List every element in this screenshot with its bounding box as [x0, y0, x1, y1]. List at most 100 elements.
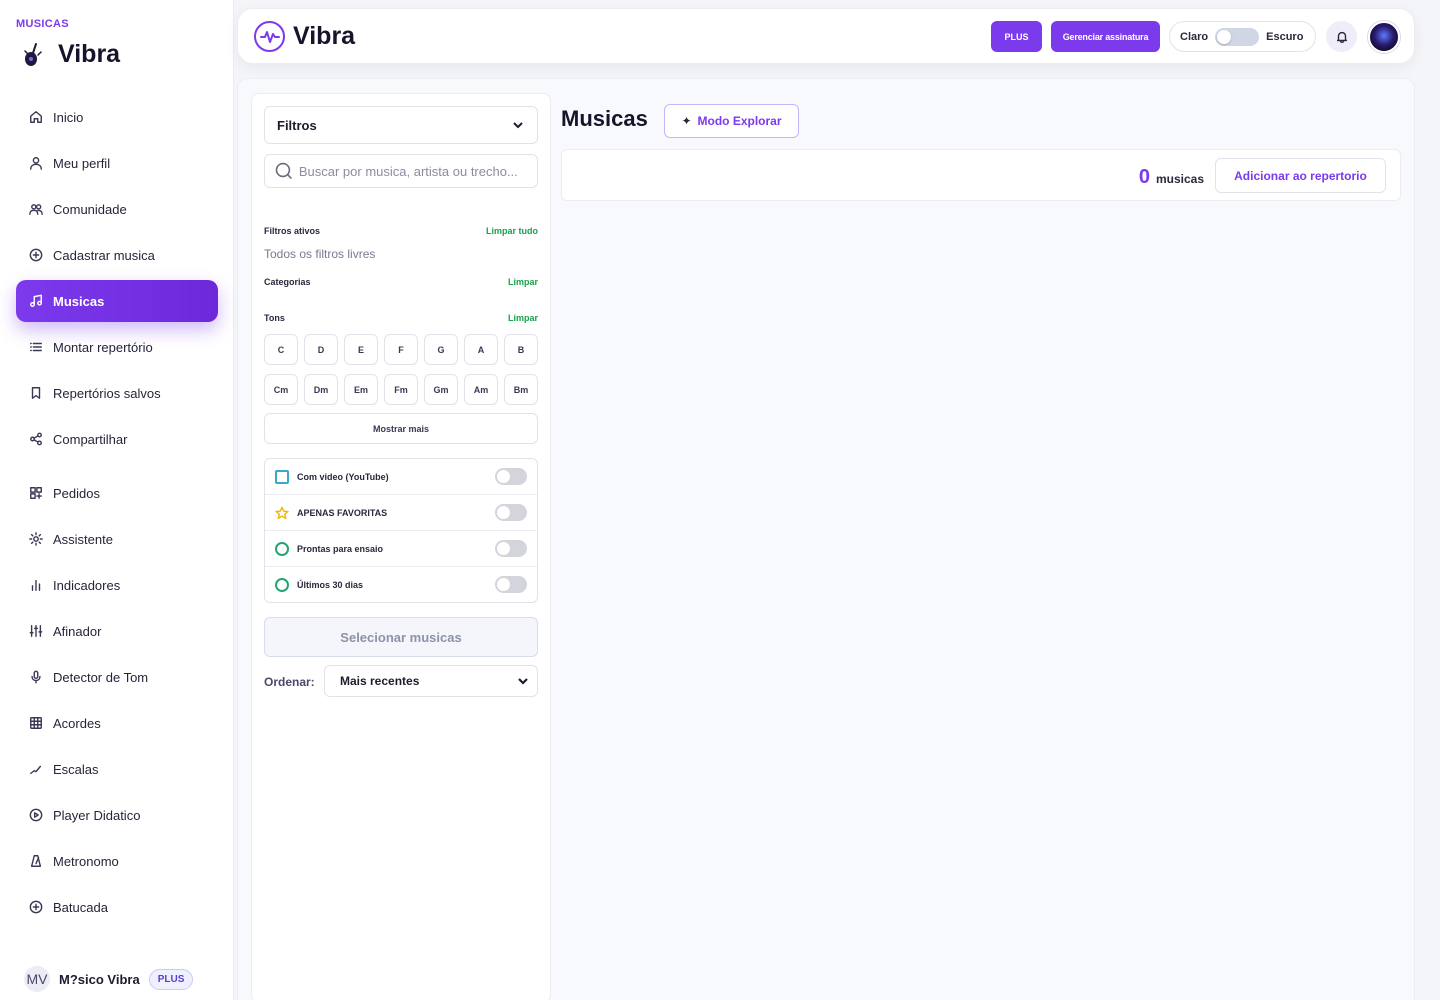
sidebar-item-inicio[interactable]: Inicio — [16, 96, 218, 138]
search-icon — [275, 162, 292, 180]
sidebar-item-afinador[interactable]: Afinador — [16, 610, 218, 652]
sidebar-brand[interactable]: Vibra — [22, 40, 120, 69]
search-input[interactable] — [298, 163, 527, 179]
keys-clear-link[interactable]: Limpar — [508, 313, 538, 323]
plus-circle-icon — [28, 247, 44, 263]
key-button[interactable]: F — [384, 334, 418, 365]
categories-clear-link[interactable]: Limpar — [508, 277, 538, 287]
manage-subscription-button[interactable]: Gerenciar assinatura — [1051, 21, 1160, 52]
key-button[interactable]: A — [464, 334, 498, 365]
toggle-row-prontas[interactable]: Prontas para ensaio — [265, 531, 537, 567]
sidebar-item-detector-de-tom[interactable]: Detector de Tom — [16, 656, 218, 698]
toggle-row-ultimos-30-dias[interactable]: Últimos 30 dias — [265, 567, 537, 603]
toggle-row-favoritas[interactable]: APENAS FAVORITAS — [265, 495, 537, 531]
table-icon — [28, 715, 44, 731]
filters-panel: Filtros Filtros ativos Limpar tudo Todos… — [251, 93, 551, 1000]
sidebar-item-label: Inicio — [53, 109, 84, 125]
sidebar-item-repertorios-salvos[interactable]: Repertórios salvos — [16, 372, 218, 414]
theme-light-label: Claro — [1180, 30, 1209, 43]
page-title: Musicas — [561, 106, 648, 131]
sidebar-item-label: Pedidos — [53, 485, 100, 501]
plus-circle-icon — [28, 899, 44, 915]
toggle-label: Prontas para ensaio — [297, 543, 384, 554]
bell-icon — [1336, 31, 1347, 43]
trend-icon — [28, 761, 44, 777]
sidebar-item-montar-repertorio[interactable]: Montar repertório — [16, 326, 218, 368]
key-button[interactable]: Bm — [504, 374, 538, 405]
sidebar-item-cadastrar-musica[interactable]: Cadastrar musica — [16, 234, 218, 276]
sidebar-item-meu-perfil[interactable]: Meu perfil — [16, 142, 218, 184]
key-button[interactable]: Dm — [304, 374, 338, 405]
theme-dark-label: Escuro — [1266, 30, 1304, 43]
play-circle-icon — [28, 807, 44, 823]
sidebar-item-pedidos[interactable]: Pedidos — [16, 472, 218, 514]
key-button[interactable]: E — [344, 334, 378, 365]
sidebar-item-batucada[interactable]: Batucada — [16, 886, 218, 928]
sidebar-item-acordes[interactable]: Acordes — [16, 702, 218, 744]
sidebar-item-label: Comunidade — [53, 201, 127, 217]
sidebar-item-indicadores[interactable]: Indicadores — [16, 564, 218, 606]
microphone-icon — [28, 669, 44, 685]
plus-button[interactable]: PLUS — [991, 21, 1042, 52]
toggle-switch[interactable] — [495, 576, 527, 593]
key-button[interactable]: D — [304, 334, 338, 365]
order-select-value: Mais recentes — [340, 674, 420, 688]
topbar-logo[interactable]: Vibra — [254, 21, 355, 52]
toggle-list: Com video (YouTube) APENAS FAVORITAS Pro… — [264, 458, 538, 603]
sidebar-item-label: Musicas — [53, 293, 105, 309]
bar-chart-icon — [28, 577, 44, 593]
key-button[interactable]: Fm — [384, 374, 418, 405]
filters-dropdown-label: Filtros — [277, 117, 317, 133]
sidebar-item-label: Metronomo — [53, 853, 119, 869]
theme-toggle[interactable]: Claro Escuro — [1169, 21, 1316, 52]
metronome-icon — [28, 853, 44, 869]
sidebar-item-musicas[interactable]: Musicas — [16, 280, 218, 322]
sidebar-item-label: Meu perfil — [53, 155, 111, 171]
sidebar-item-label: Repertórios salvos — [53, 385, 161, 401]
results-bar: 0 musicas Adicionar ao repertorio — [561, 149, 1401, 201]
sidebar-item-player-didatico[interactable]: Player Didatico — [16, 794, 218, 836]
select-songs-button[interactable]: Selecionar musicas — [264, 617, 538, 657]
toggle-label: APENAS FAVORITAS — [297, 507, 388, 518]
sidebar-item-label: Escalas — [53, 761, 99, 777]
toggle-row-video[interactable]: Com video (YouTube) — [265, 459, 537, 495]
explore-mode-button[interactable]: ✦ Modo Explorar — [664, 104, 799, 138]
toggle-switch[interactable] — [495, 504, 527, 521]
key-button[interactable]: Gm — [424, 374, 458, 405]
key-button[interactable]: Cm — [264, 374, 298, 405]
avatar: MV — [24, 966, 50, 992]
topbar: Vibra PLUS Gerenciar assinatura Claro Es… — [237, 8, 1415, 64]
add-to-repertoire-button[interactable]: Adicionar ao repertorio — [1215, 158, 1386, 193]
toggle-switch[interactable] — [495, 540, 527, 557]
key-button[interactable]: C — [264, 334, 298, 365]
sidebar-item-compartilhar[interactable]: Compartilhar — [16, 418, 218, 460]
sun-icon — [28, 531, 44, 547]
users-icon — [28, 201, 44, 217]
order-select[interactable]: Mais recentes — [324, 665, 538, 697]
notifications-button[interactable] — [1326, 21, 1357, 52]
sidebar-item-label: Detector de Tom — [53, 669, 149, 685]
share-icon — [28, 431, 44, 447]
key-button[interactable]: B — [504, 334, 538, 365]
sidebar-item-assistente[interactable]: Assistente — [16, 518, 218, 560]
sidebar-item-label: Compartilhar — [53, 431, 128, 447]
user-name: M?sico Vibra — [59, 971, 140, 987]
plan-badge: PLUS — [148, 968, 194, 990]
show-more-button[interactable]: Mostrar mais — [264, 413, 538, 444]
chevron-down-icon — [513, 122, 523, 129]
search-box[interactable] — [264, 154, 538, 188]
clear-all-link[interactable]: Limpar tudo — [486, 226, 538, 236]
home-icon — [28, 109, 44, 125]
sidebar-item-escalas[interactable]: Escalas — [16, 748, 218, 790]
sidebar-user[interactable]: MV M?sico Vibra PLUS — [24, 966, 194, 992]
key-button[interactable]: G — [424, 334, 458, 365]
sidebar-item-metronomo[interactable]: Metronomo — [16, 840, 218, 882]
key-button[interactable]: Am — [464, 374, 498, 405]
music-note-icon — [28, 293, 44, 309]
user-avatar[interactable] — [1368, 21, 1400, 53]
toggle-switch[interactable] — [495, 468, 527, 485]
theme-switch[interactable] — [1215, 27, 1260, 46]
key-button[interactable]: Em — [344, 374, 378, 405]
filters-dropdown[interactable]: Filtros — [264, 106, 538, 144]
sidebar-item-comunidade[interactable]: Comunidade — [16, 188, 218, 230]
